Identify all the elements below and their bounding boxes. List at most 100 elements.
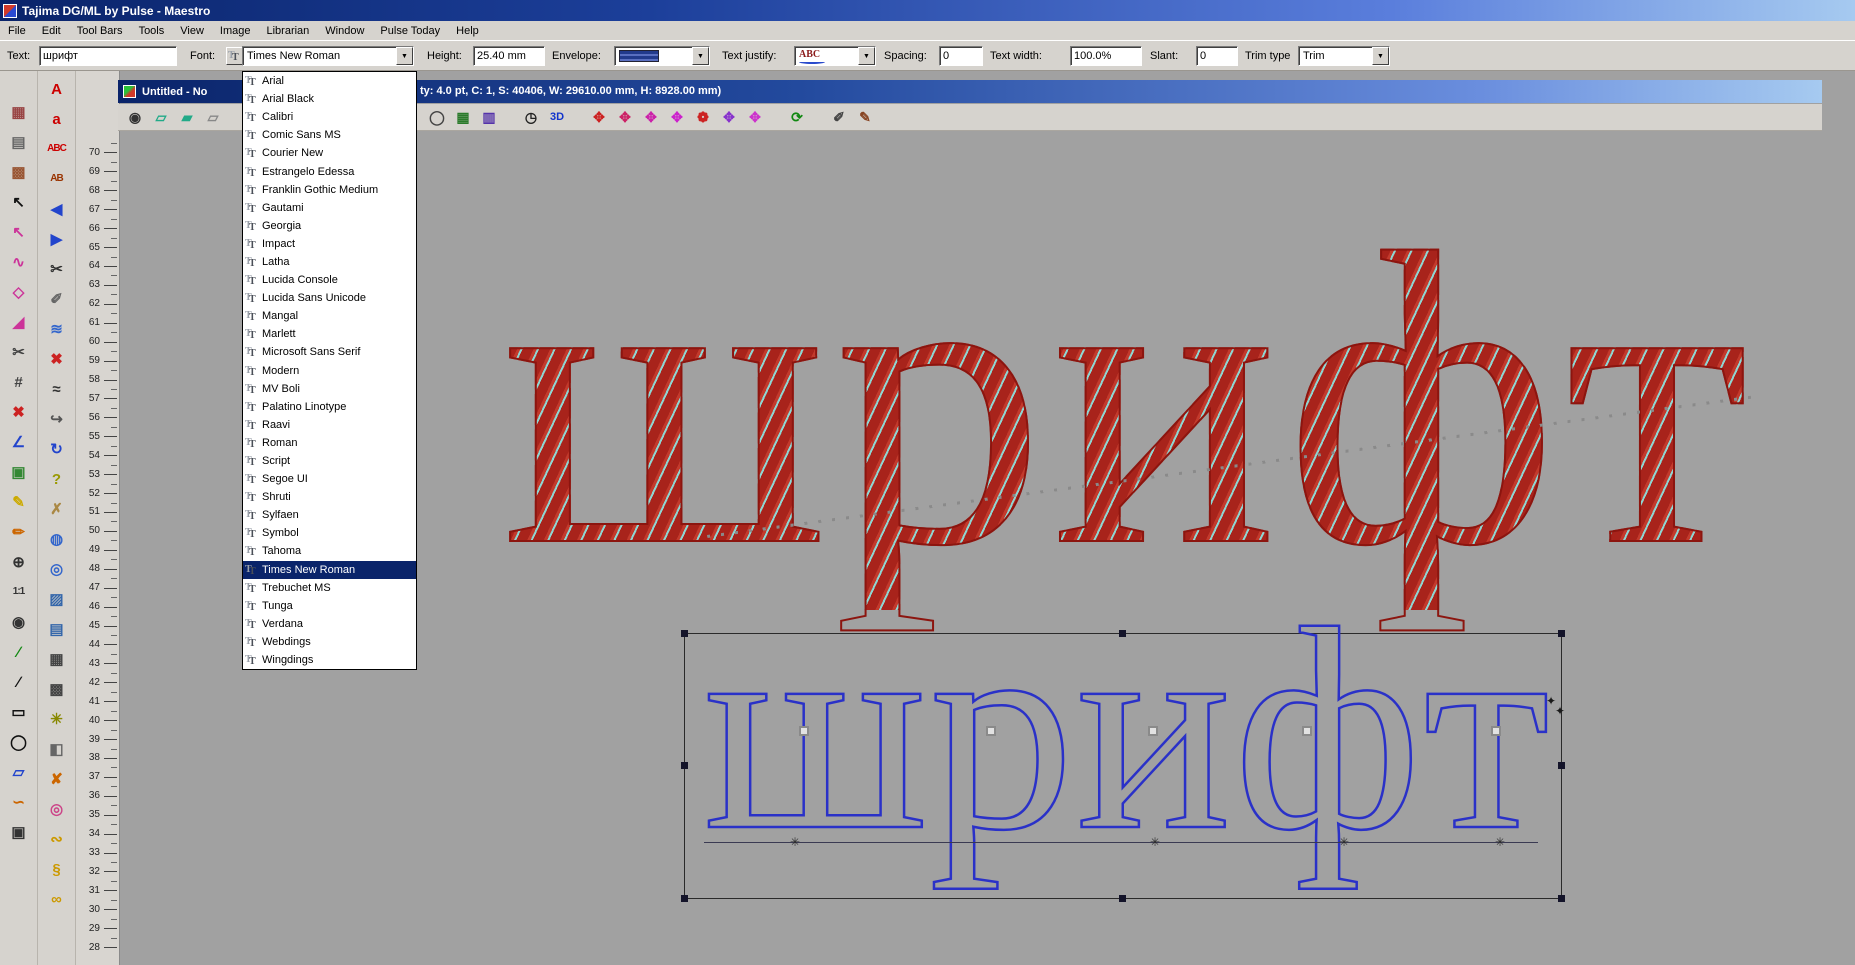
line-tool-button[interactable]: ∕ bbox=[2, 667, 36, 697]
font-option-comic-sans-ms[interactable]: TTComic Sans MS bbox=[243, 126, 416, 144]
stitch-player-button[interactable]: ◯ bbox=[424, 105, 450, 129]
menu-tools[interactable]: Tools bbox=[131, 22, 173, 40]
font-option-lucida-sans-unicode[interactable]: TTLucida Sans Unicode bbox=[243, 289, 416, 307]
stitch-points-button[interactable]: # bbox=[2, 367, 36, 397]
select-arrow-button[interactable]: ↖ bbox=[2, 187, 36, 217]
envelope-dropdown-arrow-icon[interactable]: ▼ bbox=[692, 47, 709, 65]
envelope-combobox[interactable]: ▼ bbox=[614, 46, 710, 66]
satin-wave-button[interactable]: ≋ bbox=[40, 314, 74, 344]
menu-pulse-today[interactable]: Pulse Today bbox=[372, 22, 448, 40]
font-option-gautami[interactable]: TTGautami bbox=[243, 199, 416, 217]
truetype-filter-button[interactable]: TT bbox=[226, 47, 243, 65]
center-view-button[interactable]: ◉ bbox=[2, 607, 36, 637]
rings-color-button[interactable]: ◎ bbox=[40, 794, 74, 824]
font-option-modern[interactable]: TTModern bbox=[243, 362, 416, 380]
density-map-button[interactable]: ▥ bbox=[476, 105, 502, 129]
font-option-lucida-console[interactable]: TTLucida Console bbox=[243, 271, 416, 289]
image-bitmap-button[interactable]: ▣ bbox=[2, 457, 36, 487]
zoom-1-1-button[interactable]: 1:1 bbox=[2, 577, 36, 607]
rect-tool-button[interactable]: ▭ bbox=[2, 697, 36, 727]
menu-window[interactable]: Window bbox=[317, 22, 372, 40]
punch-machine-button[interactable]: ▤ bbox=[2, 127, 36, 157]
grid-toggle-button[interactable]: ▦ bbox=[450, 105, 476, 129]
slant-input[interactable] bbox=[1196, 46, 1238, 66]
save-design-button[interactable]: ▦ bbox=[2, 97, 36, 127]
team-names-button[interactable]: AB bbox=[40, 164, 74, 194]
swirl-button[interactable]: ∽ bbox=[2, 787, 36, 817]
delete-red-button[interactable]: ✖ bbox=[40, 344, 74, 374]
font-option-tunga[interactable]: TTTunga bbox=[243, 597, 416, 615]
delete-object-button[interactable]: ✖ bbox=[2, 397, 36, 427]
selection-handle-ne[interactable] bbox=[1558, 630, 1565, 637]
next-color-button[interactable]: ▶ bbox=[40, 224, 74, 254]
mesh-a-button[interactable]: ▦ bbox=[40, 644, 74, 674]
justify-combobox[interactable]: ABC ▼ bbox=[794, 46, 876, 66]
selection-handle-nw[interactable] bbox=[681, 630, 688, 637]
design-notes-button[interactable]: ✎ bbox=[852, 105, 878, 129]
pick-needle-button[interactable]: ✐ bbox=[40, 284, 74, 314]
half-tone-button[interactable]: ◧ bbox=[40, 734, 74, 764]
letter-node[interactable] bbox=[1491, 726, 1501, 736]
letter-node[interactable] bbox=[799, 726, 809, 736]
font-option-impact[interactable]: TTImpact bbox=[243, 235, 416, 253]
text-width-input[interactable] bbox=[1070, 46, 1142, 66]
branch-button[interactable]: ↪ bbox=[40, 404, 74, 434]
font-option-tahoma[interactable]: TTTahoma bbox=[243, 542, 416, 560]
abc-monogram-button[interactable]: ABC bbox=[40, 134, 74, 164]
hatch-a-button[interactable]: ▨ bbox=[40, 584, 74, 614]
font-option-courier-new[interactable]: TTCourier New bbox=[243, 144, 416, 162]
font-option-script[interactable]: TTScript bbox=[243, 452, 416, 470]
slow-redraw-button[interactable]: ∕ bbox=[2, 637, 36, 667]
font-option-arial[interactable]: TTArial bbox=[243, 72, 416, 90]
text-input[interactable] bbox=[39, 46, 177, 66]
coil-a-button[interactable]: ∾ bbox=[40, 824, 74, 854]
font-option-mangal[interactable]: TTMangal bbox=[243, 307, 416, 325]
cross-x-button[interactable]: ✗ bbox=[40, 494, 74, 524]
stamp-button[interactable]: ▣ bbox=[2, 817, 36, 847]
needle-edit-button[interactable]: ✐ bbox=[826, 105, 852, 129]
font-option-symbol[interactable]: TTSymbol bbox=[243, 524, 416, 542]
font-option-times-new-roman[interactable]: TTTimes New Roman bbox=[243, 561, 416, 579]
height-input[interactable] bbox=[473, 46, 545, 66]
stopwatch-button[interactable]: ◷ bbox=[518, 105, 544, 129]
font-combobox[interactable]: Times New Roman ▼ bbox=[242, 46, 414, 66]
font-option-sylfaen[interactable]: TTSylfaen bbox=[243, 506, 416, 524]
prev-color-button[interactable]: ◀ bbox=[40, 194, 74, 224]
menu-tool-bars[interactable]: Tool Bars bbox=[69, 22, 131, 40]
font-option-palatino-linotype[interactable]: TTPalatino Linotype bbox=[243, 398, 416, 416]
hoop-frame-button[interactable]: ▩ bbox=[2, 157, 36, 187]
crayon-orange-button[interactable]: ✏ bbox=[2, 517, 36, 547]
font-option-georgia[interactable]: TTGeorgia bbox=[243, 217, 416, 235]
nudge-b-button[interactable]: ✥ bbox=[612, 105, 638, 129]
selection-handle-s[interactable] bbox=[1119, 895, 1126, 902]
nudge-d-button[interactable]: ✥ bbox=[664, 105, 690, 129]
zigzag-run-button[interactable]: ≈ bbox=[40, 374, 74, 404]
shape-polygon-button[interactable]: ◇ bbox=[2, 277, 36, 307]
menu-file[interactable]: File bbox=[0, 22, 34, 40]
scissors-button[interactable]: ✂ bbox=[40, 254, 74, 284]
zoom-button[interactable]: ⊕ bbox=[2, 547, 36, 577]
stitch-select-button[interactable]: ◉ bbox=[122, 105, 148, 129]
hatch-b-button[interactable]: ▤ bbox=[40, 614, 74, 644]
justify-dropdown-arrow-icon[interactable]: ▼ bbox=[858, 47, 875, 65]
font-option-microsoft-sans-serif[interactable]: TTMicrosoft Sans Serif bbox=[243, 343, 416, 361]
snip-button[interactable]: ✂ bbox=[2, 337, 36, 367]
outline-text-object[interactable]: шрифт bbox=[704, 585, 1552, 875]
rings-gold-button[interactable]: ∞ bbox=[40, 884, 74, 914]
duplicate-object-button[interactable]: ▰ bbox=[174, 105, 200, 129]
menu-image[interactable]: Image bbox=[212, 22, 259, 40]
mesh-b-button[interactable]: ▩ bbox=[40, 674, 74, 704]
font-option-wingdings[interactable]: TTWingdings bbox=[243, 651, 416, 669]
font-option-marlett[interactable]: TTMarlett bbox=[243, 325, 416, 343]
letter-node[interactable] bbox=[1302, 726, 1312, 736]
selection-handle-w[interactable] bbox=[681, 762, 688, 769]
rotate-cc-button[interactable]: ↻ bbox=[40, 434, 74, 464]
flower-button[interactable]: ❁ bbox=[690, 105, 716, 129]
view-3d-button[interactable]: 3D bbox=[544, 105, 570, 129]
font-option-raavi[interactable]: TTRaavi bbox=[243, 416, 416, 434]
font-option-trebuchet-ms[interactable]: TTTrebuchet MS bbox=[243, 579, 416, 597]
double-x-button[interactable]: ✘ bbox=[40, 764, 74, 794]
nudge-a-button[interactable]: ✥ bbox=[586, 105, 612, 129]
font-option-verdana[interactable]: TTVerdana bbox=[243, 615, 416, 633]
trim-dropdown-arrow-icon[interactable]: ▼ bbox=[1372, 47, 1389, 65]
